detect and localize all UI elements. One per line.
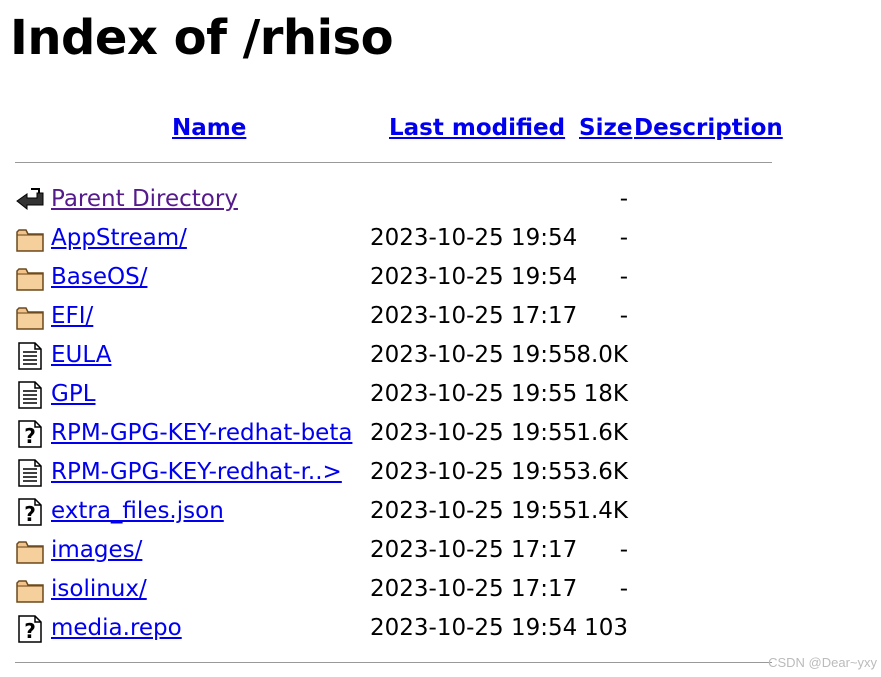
table-row: ? RPM-GPG-KEY-redhat-beta 2023-10-25 19:55… [0,414,881,453]
folder-icon [15,263,45,293]
file-link[interactable]: images/ [51,536,142,564]
file-link[interactable]: GPL [51,380,96,408]
page-title: Index of /rhiso [10,10,394,66]
file-link[interactable]: RPM-GPG-KEY-redhat-r..> [51,458,342,486]
svg-text:?: ? [24,424,36,448]
size-cell: 3.6K [576,459,628,485]
size-cell: - [619,186,628,212]
size-cell: 18K [583,381,628,407]
folder-icon [15,224,45,254]
unknown-file-icon: ? [15,497,45,527]
table-row: EULA 2023-10-25 19:55 8.0K [0,336,881,375]
last-modified-cell: 2023-10-25 19:55 [370,498,578,524]
table-row: ? extra_files.json 2023-10-25 19:55 1.4K [0,492,881,531]
svg-text:?: ? [24,619,36,643]
size-cell: 8.0K [576,342,628,368]
table-row: GPL 2023-10-25 19:55 18K [0,375,881,414]
file-link[interactable]: EFI/ [51,302,93,330]
last-modified-cell: 2023-10-25 17:17 [370,537,578,563]
size-cell: 1.6K [576,420,628,446]
file-link[interactable]: RPM-GPG-KEY-redhat-beta [51,419,352,447]
sort-by-last-modified-link[interactable]: Last modified [389,114,565,142]
unknown-file-icon: ? [15,419,45,449]
text-file-icon [15,380,45,410]
size-cell: - [619,264,628,290]
folder-icon [15,536,45,566]
size-cell: 103 [584,615,628,641]
table-row: Parent Directory - [0,180,881,219]
folder-icon [15,302,45,332]
last-modified-cell: 2023-10-25 17:17 [370,303,578,329]
last-modified-cell: 2023-10-25 19:54 [370,264,578,290]
header-divider [15,162,772,163]
file-link[interactable]: isolinux/ [51,575,147,603]
file-link[interactable]: extra_files.json [51,497,224,525]
table-row: images/2023-10-25 17:17 - [0,531,881,570]
footer-divider [15,662,772,663]
file-link[interactable]: BaseOS/ [51,263,147,291]
watermark: CSDN @Dear~yxy [768,655,877,670]
text-file-icon [15,458,45,488]
file-link[interactable]: media.repo [51,614,182,642]
text-file-icon [15,341,45,371]
sort-by-name-link[interactable]: Name [172,114,246,142]
last-modified-cell: 2023-10-25 19:54 [370,615,578,641]
table-row: ? media.repo 2023-10-25 19:54 103 [0,609,881,648]
unknown-file-icon: ? [15,614,45,644]
last-modified-cell: 2023-10-25 19:55 [370,342,578,368]
last-modified-cell: 2023-10-25 19:55 [370,459,578,485]
last-modified-cell: 2023-10-25 19:54 [370,225,578,251]
last-modified-cell: 2023-10-25 17:17 [370,576,578,602]
svg-text:?: ? [24,502,36,526]
size-cell: - [619,576,628,602]
back-icon [15,185,45,215]
table-row: AppStream/2023-10-25 19:54 - [0,219,881,258]
table-row: RPM-GPG-KEY-redhat-r..> 2023-10-25 19:55 3… [0,453,881,492]
size-cell: - [619,225,628,251]
file-link[interactable]: AppStream/ [51,224,187,252]
parent-directory-link[interactable]: Parent Directory [51,185,238,213]
last-modified-cell: 2023-10-25 19:55 [370,381,578,407]
last-modified-cell: 2023-10-25 19:55 [370,420,578,446]
size-cell: - [619,303,628,329]
size-cell: - [619,537,628,563]
file-link[interactable]: EULA [51,341,111,369]
sort-by-description-link[interactable]: Description [634,114,783,142]
folder-icon [15,575,45,605]
table-row: BaseOS/2023-10-25 19:54 - [0,258,881,297]
table-row: isolinux/2023-10-25 17:17 - [0,570,881,609]
size-cell: 1.4K [576,498,628,524]
sort-by-size-link[interactable]: Size [579,114,632,142]
table-row: EFI/2023-10-25 17:17 - [0,297,881,336]
